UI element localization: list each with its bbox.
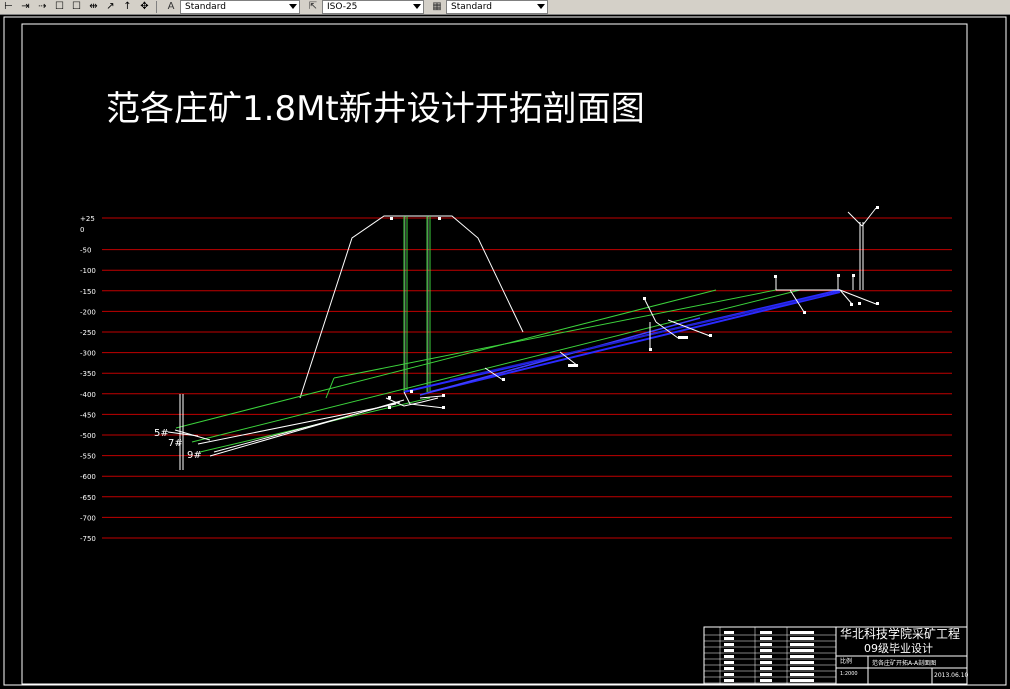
drawing-title: 范各庄矿1.8Mt新井设计开拓剖面图 [106,89,645,129]
title-block-school: 华北科技学院采矿工程 [840,626,960,641]
cad-toolbar: ⊢ ⇥ ⇢ ☐ ☐ ⇹ ↗ ↑ ✥ A Standard ⇱ ISO-25 ▦ … [0,0,1010,15]
elevation-label: -550 [80,453,96,461]
title-block-cell [724,673,734,676]
title-block-cell [790,637,814,640]
title-block-cell [760,649,772,652]
drawing-canvas[interactable]: 范各庄矿1.8Mt新井设计开拓剖面图 +25 0 -50 -100 -150 -200 -2… [0,14,1010,689]
title-block-cell [790,667,814,670]
elevation-label: -50 [80,247,91,255]
elevation-label: -600 [80,473,96,481]
title-block-scale-value: 1:2000 [840,671,858,677]
title-block-cell [724,679,734,682]
title-block-cell [724,655,734,658]
title-block: 华北科技学院采矿工程 09级毕业设计 比例 范各庄矿开拓A-A剖面图 1:200… [703,626,969,685]
seam-label-7: 7# [168,438,183,449]
title-block-cell [724,631,734,634]
tunnel-details [167,207,877,470]
elevation-label: -650 [80,494,96,502]
title-block-cell [760,661,772,664]
seam-label-5: 5# [154,428,169,439]
dim-style-icon[interactable]: ⇱ [306,1,320,13]
title-block-drawing-name: 范各庄矿开拓A-A剖面图 [872,659,936,667]
title-block-cell [790,679,814,682]
elevation-label: -100 [80,267,96,275]
elevation-label: -250 [80,329,96,337]
elevation-label: +25 [80,215,95,223]
text-style-value: Standard [185,1,226,12]
box2-icon[interactable]: ☐ [69,1,84,13]
elevation-label: 0 [80,226,84,234]
table-style-select[interactable]: Standard [446,0,548,14]
title-block-scale-label: 比例 [840,657,852,665]
dim-style-select[interactable]: ISO-25 [322,0,424,14]
title-block-cell [724,643,734,646]
title-block-cell [790,643,814,646]
table-style-value: Standard [451,1,492,12]
aligned-dim-icon[interactable]: ⇢ [35,1,50,13]
table-style-icon[interactable]: ▦ [430,1,444,13]
title-block-cell [760,667,772,670]
title-block-cell [760,643,772,646]
leader-icon[interactable]: ↗ [103,1,118,13]
title-block-project: 09级毕业设计 [864,642,933,655]
elevation-label: -750 [80,535,96,543]
title-block-cell [790,649,814,652]
elevation-label: -350 [80,370,96,378]
elevation-label: -300 [80,350,96,358]
roadways [403,289,841,396]
title-block-cell [760,637,772,640]
chevron-down-icon [413,4,421,9]
elevation-label: -500 [80,432,96,440]
continue-dim-icon[interactable]: ⇹ [86,1,101,13]
text-style-icon[interactable]: A [164,1,178,13]
title-block-cell [760,673,772,676]
title-block-cell [724,649,734,652]
title-block-cell [790,661,814,664]
chevron-down-icon [289,4,297,9]
elevation-label: -700 [80,514,96,522]
title-block-cell [724,637,734,640]
elevation-label: -450 [80,411,96,419]
linear-dim-icon[interactable]: ⇥ [18,1,33,13]
title-block-cell [724,667,734,670]
chevron-down-icon [537,4,545,9]
elevation-label: -150 [80,288,96,296]
title-block-cell [760,655,772,658]
title-block-cell [760,679,772,682]
toolbar-separator [156,1,157,13]
title-block-date: 2013.06.10 [934,672,969,679]
seam-label-9: 9# [187,450,202,461]
box-icon[interactable]: ☐ [52,1,67,13]
text-style-select[interactable]: Standard [180,0,300,14]
center-mark-icon[interactable]: ✥ [137,1,152,13]
title-block-cell [760,631,772,634]
title-block-cell [724,661,734,664]
shafts [403,216,431,392]
title-block-cell [790,673,814,676]
title-block-cell [790,631,814,634]
dim-style-value: ISO-25 [327,1,358,12]
elevation-grid: +25 0 -50 -100 -150 -200 -250 -300 -350 -400 -450 -… [80,215,952,543]
dimension-icon[interactable]: ⊢ [1,1,16,13]
title-block-cell [790,655,814,658]
elevation-label: -200 [80,308,96,316]
elevation-label: -400 [80,391,96,399]
tolerance-icon[interactable]: ↑ [120,1,135,13]
